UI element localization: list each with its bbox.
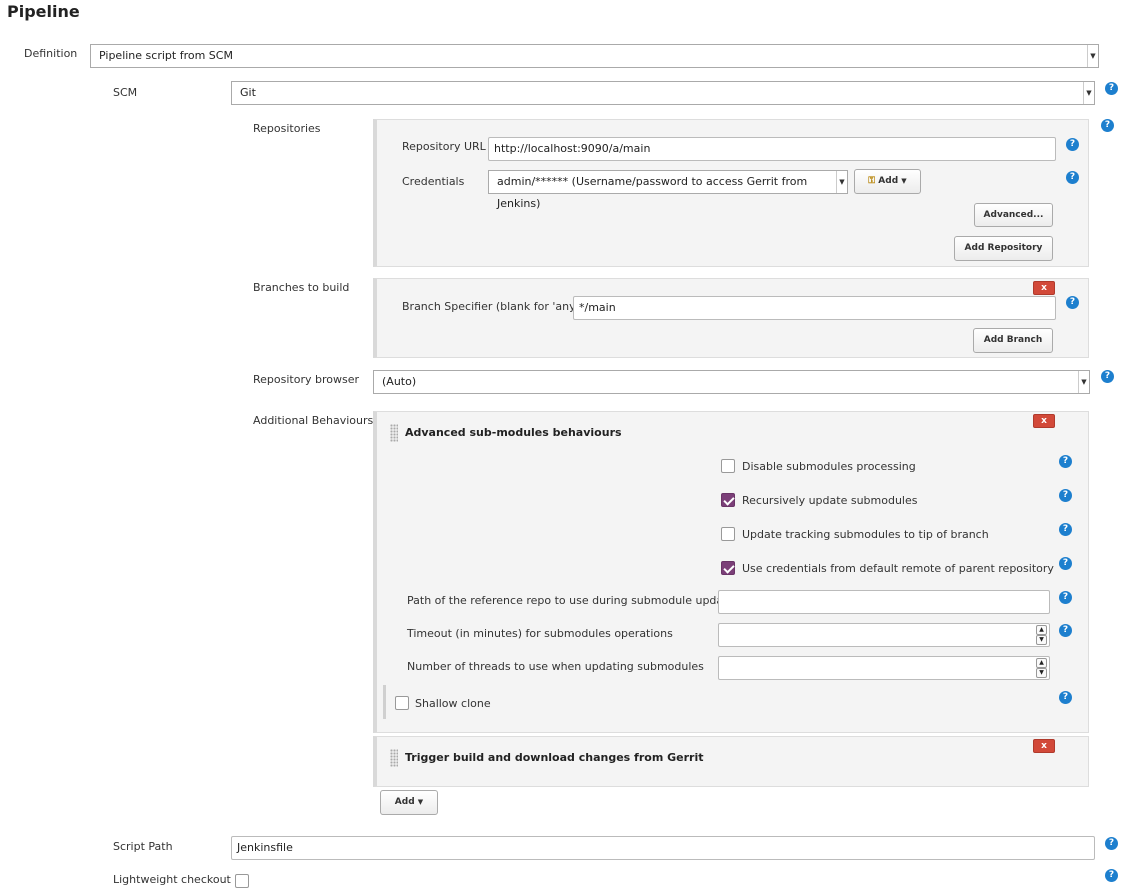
credentials-select[interactable]: admin/****** (Username/password to acces… (488, 170, 848, 210)
timeout-input[interactable]: ▲ ▼ (718, 623, 1050, 647)
timeout-label: Timeout (in minutes) for submodules oper… (407, 627, 673, 640)
threads-input[interactable]: ▲ ▼ (718, 656, 1050, 680)
help-icon[interactable]: ? (1059, 455, 1072, 468)
help-icon[interactable]: ? (1105, 82, 1118, 95)
help-icon[interactable]: ? (1101, 119, 1114, 132)
delete-gerrit-button[interactable]: x (1033, 739, 1055, 753)
delete-submodules-button[interactable]: x (1033, 414, 1055, 428)
repository-browser-select[interactable]: (Auto) ▼ (373, 370, 1090, 394)
help-icon[interactable]: ? (1066, 171, 1079, 184)
help-icon[interactable]: ? (1066, 296, 1079, 309)
add-behaviour-button[interactable]: Add ▼ (380, 790, 438, 815)
lightweight-checkout-label: Lightweight checkout (113, 873, 231, 886)
repository-url-input[interactable]: http://localhost:9090/a/main (488, 137, 1056, 161)
caret-down-icon: ▼ (417, 798, 424, 806)
help-icon[interactable]: ? (1059, 489, 1072, 502)
drag-handle-icon[interactable] (390, 424, 398, 442)
decrement-icon[interactable]: ▼ (1036, 668, 1047, 678)
increment-icon[interactable]: ▲ (1036, 658, 1047, 668)
checkbox-parent-credentials[interactable] (721, 561, 735, 575)
script-path-input[interactable]: Jenkinsfile (231, 836, 1095, 860)
definition-value: Pipeline script from SCM (99, 49, 233, 62)
help-icon[interactable]: ? (1059, 591, 1072, 604)
divider (383, 685, 386, 719)
checkbox-shallow-clone[interactable] (395, 696, 409, 710)
checkbox-tracking-submodules[interactable] (721, 527, 735, 541)
option-label: Disable submodules processing (742, 460, 916, 473)
delete-branch-button[interactable]: x (1033, 281, 1055, 295)
caret-down-icon: ▼ (836, 171, 847, 193)
help-icon[interactable]: ? (1059, 557, 1072, 570)
branches-label: Branches to build (253, 281, 350, 294)
decrement-icon[interactable]: ▼ (1036, 635, 1047, 645)
definition-select[interactable]: Pipeline script from SCM ▼ (90, 44, 1099, 68)
add-credentials-button[interactable]: ⚿ Add ▼ (854, 169, 921, 194)
help-icon[interactable]: ? (1101, 370, 1114, 383)
additional-behaviours-label: Additional Behaviours (253, 414, 374, 427)
key-icon: ⚿ (868, 176, 876, 186)
definition-label: Definition (24, 47, 78, 60)
script-path-label: Script Path (113, 840, 173, 853)
repository-browser-value: (Auto) (382, 375, 417, 388)
scm-value: Git (240, 86, 256, 99)
advanced-button[interactable]: Advanced... (974, 203, 1053, 227)
scm-label: SCM (113, 86, 138, 99)
reference-repo-label: Path of the reference repo to use during… (407, 594, 735, 607)
add-repository-button[interactable]: Add Repository (954, 236, 1053, 261)
repository-browser-label: Repository browser (253, 373, 359, 386)
add-branch-button[interactable]: Add Branch (973, 328, 1053, 353)
drag-handle-icon[interactable] (390, 749, 398, 767)
caret-down-icon: ▼ (1078, 371, 1089, 393)
checkbox-disable-submodules[interactable] (721, 459, 735, 473)
submodules-title: Advanced sub-modules behaviours (405, 426, 622, 439)
repository-url-label: Repository URL (402, 140, 486, 153)
checkbox-recursive-update[interactable] (721, 493, 735, 507)
help-icon[interactable]: ? (1105, 869, 1118, 882)
credentials-label: Credentials (402, 175, 465, 188)
increment-icon[interactable]: ▲ (1036, 625, 1047, 635)
branch-specifier-input[interactable]: */main (573, 296, 1056, 320)
branch-specifier-label: Branch Specifier (blank for 'any') (402, 300, 583, 313)
repositories-label: Repositories (253, 122, 321, 135)
caret-down-icon: ▼ (901, 177, 907, 185)
caret-down-icon: ▼ (1083, 82, 1094, 104)
threads-label: Number of threads to use when updating s… (407, 660, 704, 673)
section-title: Pipeline (7, 2, 80, 21)
help-icon[interactable]: ? (1066, 138, 1079, 151)
option-label: Use credentials from default remote of p… (742, 562, 1054, 575)
option-label: Recursively update submodules (742, 494, 918, 507)
help-icon[interactable]: ? (1059, 523, 1072, 536)
help-icon[interactable]: ? (1059, 624, 1072, 637)
checkbox-lightweight-checkout[interactable] (235, 874, 249, 888)
help-icon[interactable]: ? (1059, 691, 1072, 704)
option-label: Update tracking submodules to tip of bra… (742, 528, 989, 541)
scm-select[interactable]: Git ▼ (231, 81, 1095, 105)
shallow-clone-label: Shallow clone (415, 697, 491, 710)
gerrit-title: Trigger build and download changes from … (405, 751, 704, 764)
caret-down-icon: ▼ (1087, 45, 1098, 67)
help-icon[interactable]: ? (1105, 837, 1118, 850)
reference-repo-input[interactable] (718, 590, 1050, 614)
